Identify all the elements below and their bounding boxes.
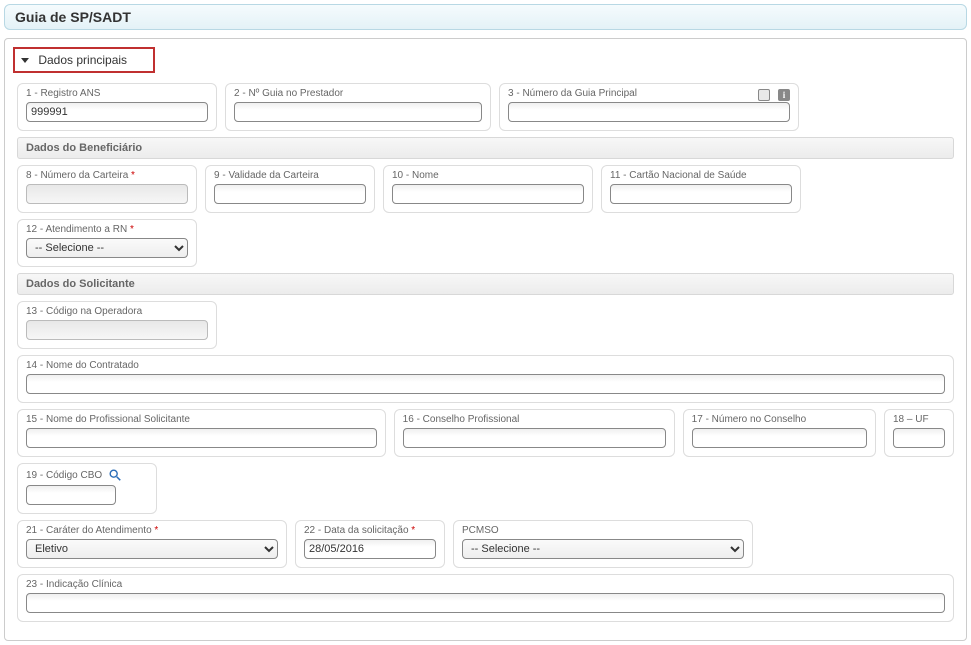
input-profissional[interactable]	[26, 428, 377, 448]
main-panel: Dados principais 1 - Registro ANS 2 - Nº…	[4, 38, 967, 641]
input-cns[interactable]	[610, 184, 792, 204]
label-cbo: 19 - Código CBO	[26, 468, 148, 482]
input-validade-carteira[interactable]	[214, 184, 366, 204]
input-uf[interactable]	[893, 428, 945, 448]
input-guia-principal[interactable]	[508, 102, 790, 122]
input-conselho[interactable]	[403, 428, 666, 448]
label-numero-conselho: 17 - Número no Conselho	[692, 414, 867, 425]
label-pcmso: PCMSO	[462, 525, 744, 536]
field-cns: 11 - Cartão Nacional de Saúde	[601, 165, 801, 213]
input-codigo-operadora[interactable]	[26, 320, 208, 340]
field-registro-ans: 1 - Registro ANS	[17, 83, 217, 131]
select-carater[interactable]: Eletivo	[26, 539, 278, 559]
field-data-solicitacao: 22 - Data da solicitação *	[295, 520, 445, 568]
field-carater: 21 - Caráter do Atendimento * Eletivo	[17, 520, 287, 568]
input-numero-carteira[interactable]	[26, 184, 188, 204]
input-numero-conselho[interactable]	[692, 428, 867, 448]
label-uf: 18 – UF	[893, 414, 945, 425]
section-dados-principais-toggle[interactable]: Dados principais	[13, 47, 155, 73]
field-indicacao-clinica: 23 - Indicação Clínica	[17, 574, 954, 622]
label-guia-prestador: 2 - Nº Guia no Prestador	[234, 88, 482, 99]
info-icon[interactable]: i	[778, 89, 790, 101]
field-validade-carteira: 9 - Validade da Carteira	[205, 165, 375, 213]
field-uf: 18 – UF	[884, 409, 954, 457]
chevron-down-icon	[21, 58, 29, 63]
label-nome: 10 - Nome	[392, 170, 584, 181]
page-title: Guia de SP/SADT	[4, 4, 967, 30]
label-codigo-operadora: 13 - Código na Operadora	[26, 306, 208, 317]
label-carater: 21 - Caráter do Atendimento *	[26, 525, 278, 536]
field-atendimento-rn: 12 - Atendimento a RN * -- Selecione --	[17, 219, 197, 267]
field-conselho: 16 - Conselho Profissional	[394, 409, 675, 457]
section-title: Dados principais	[38, 53, 127, 67]
label-atendimento-rn: 12 - Atendimento a RN *	[26, 224, 188, 235]
subheader-beneficiario: Dados do Beneficiário	[17, 137, 954, 159]
input-nome[interactable]	[392, 184, 584, 204]
search-icon[interactable]	[108, 468, 122, 482]
form-area: 1 - Registro ANS 2 - Nº Guia no Prestado…	[5, 83, 966, 640]
field-numero-conselho: 17 - Número no Conselho	[683, 409, 876, 457]
field-cbo: 19 - Código CBO	[17, 463, 157, 514]
field-pcmso: PCMSO -- Selecione --	[453, 520, 753, 568]
label-conselho: 16 - Conselho Profissional	[403, 414, 666, 425]
label-indicacao-clinica: 23 - Indicação Clínica	[26, 579, 945, 590]
field-profissional: 15 - Nome do Profissional Solicitante	[17, 409, 386, 457]
select-atendimento-rn[interactable]: -- Selecione --	[26, 238, 188, 258]
field-codigo-operadora: 13 - Código na Operadora	[17, 301, 217, 349]
label-guia-principal: 3 - Número da Guia Principal	[508, 88, 637, 99]
label-registro-ans: 1 - Registro ANS	[26, 88, 208, 99]
input-nome-contratado[interactable]	[26, 374, 945, 394]
label-profissional: 15 - Nome do Profissional Solicitante	[26, 414, 377, 425]
input-registro-ans[interactable]	[26, 102, 208, 122]
field-nome-contratado: 14 - Nome do Contratado	[17, 355, 954, 403]
input-guia-prestador[interactable]	[234, 102, 482, 122]
input-cbo[interactable]	[26, 485, 116, 505]
field-nome: 10 - Nome	[383, 165, 593, 213]
label-validade-carteira: 9 - Validade da Carteira	[214, 170, 366, 181]
label-numero-carteira: 8 - Número da Carteira *	[26, 170, 188, 181]
select-pcmso[interactable]: -- Selecione --	[462, 539, 744, 559]
label-nome-contratado: 14 - Nome do Contratado	[26, 360, 945, 371]
field-guia-principal: 3 - Número da Guia Principal i	[499, 83, 799, 131]
input-indicacao-clinica[interactable]	[26, 593, 945, 613]
subheader-solicitante: Dados do Solicitante	[17, 273, 954, 295]
label-cns: 11 - Cartão Nacional de Saúde	[610, 170, 792, 181]
label-data-solicitacao: 22 - Data da solicitação *	[304, 525, 436, 536]
field-numero-carteira: 8 - Número da Carteira *	[17, 165, 197, 213]
field-guia-prestador: 2 - Nº Guia no Prestador	[225, 83, 491, 131]
anchor-icon[interactable]	[758, 89, 770, 101]
input-data-solicitacao[interactable]	[304, 539, 436, 559]
